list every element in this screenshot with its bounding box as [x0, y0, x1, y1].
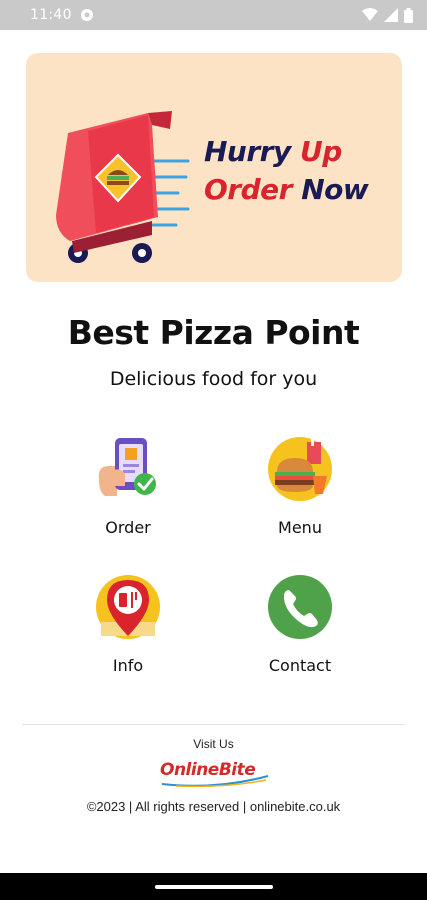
- banner-word-up: Up: [300, 135, 342, 168]
- promo-banner[interactable]: Hurry Up Order Now: [26, 53, 402, 282]
- system-nav-bar: [0, 873, 427, 900]
- contact-tile[interactable]: Contact: [230, 574, 370, 684]
- onlinebite-logo[interactable]: OnlineBite: [156, 756, 272, 788]
- visit-us-label: Visit Us: [193, 737, 234, 751]
- banner-word-hurry: Hurry: [204, 135, 291, 168]
- contact-label: Contact: [268, 656, 332, 675]
- location-pin-icon: [96, 575, 160, 639]
- banner-word-order: Order: [204, 173, 292, 206]
- signal-icon: [384, 8, 398, 22]
- logo-swoosh: [161, 775, 269, 788]
- menu-tile[interactable]: Menu: [230, 436, 370, 546]
- info-label: Info: [112, 656, 144, 675]
- order-label: Order: [105, 518, 151, 537]
- copyright-text: ©2023 | All rights reserved | onlinebite…: [86, 799, 341, 814]
- battery-icon: [404, 7, 413, 23]
- burger-drink-icon: [268, 437, 332, 501]
- banner-word-now: Now: [301, 173, 369, 206]
- page-title: Best Pizza Point: [67, 313, 360, 352]
- delivery-bag-icon: [56, 111, 190, 263]
- page-subtitle: Delicious food for you: [109, 368, 318, 390]
- status-bar: 11:40: [0, 0, 427, 30]
- footer-divider: [22, 724, 405, 725]
- order-tile[interactable]: Order: [58, 436, 198, 546]
- status-time: 11:40: [30, 7, 72, 23]
- info-tile[interactable]: Info: [58, 574, 198, 684]
- home-gesture-pill[interactable]: [155, 885, 273, 889]
- banner-headline: Hurry Up Order Now: [204, 133, 369, 209]
- status-icons: [362, 7, 413, 23]
- phone-order-icon: [98, 438, 156, 496]
- phone-call-icon: [268, 575, 332, 639]
- menu-label: Menu: [278, 518, 322, 537]
- gear-icon: [80, 9, 93, 21]
- wifi-icon: [362, 8, 378, 21]
